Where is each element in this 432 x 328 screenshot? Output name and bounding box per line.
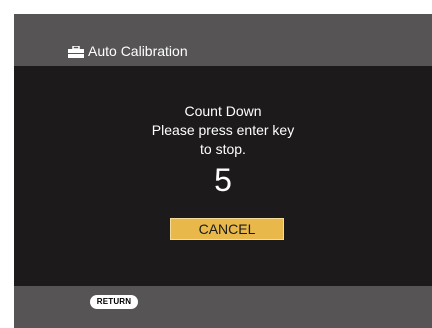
message-line-2: Please press enter key [151, 122, 295, 138]
message-line-3: to stop. [200, 141, 246, 157]
page-title-text: Auto Calibration [88, 43, 188, 59]
cancel-button[interactable]: CANCEL [170, 218, 284, 240]
toolbox-icon [68, 45, 84, 58]
dialog-body: Count Down Please press enter key to sto… [14, 66, 432, 286]
page-title: Auto Calibration [68, 43, 188, 59]
screen: Auto Calibration Count Down Please press… [14, 14, 432, 328]
message-line-1: Count Down [184, 103, 262, 119]
footer-bar: RETURN [14, 286, 432, 328]
header-bar: Auto Calibration [14, 14, 432, 66]
return-button[interactable]: RETURN [90, 295, 138, 309]
countdown-number: 5 [214, 162, 232, 198]
